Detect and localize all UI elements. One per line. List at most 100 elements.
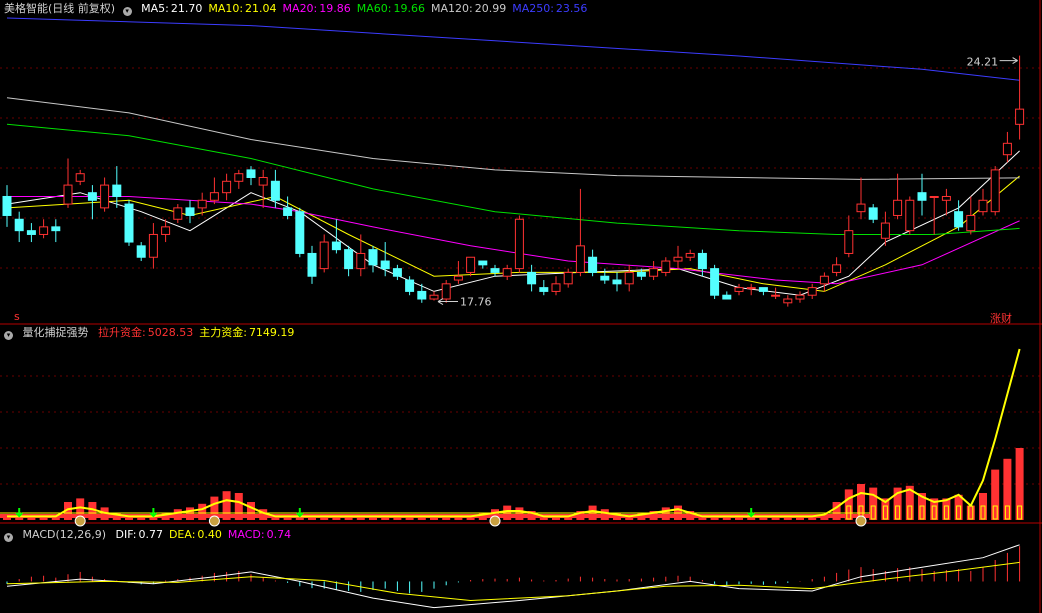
candle-body [258, 176, 268, 186]
candle-body [478, 260, 488, 266]
candle-body [917, 192, 927, 201]
candle-body [2, 195, 12, 216]
ma-legend-item-value: 20.99 [474, 2, 507, 15]
indicator-bar [1003, 458, 1012, 520]
candle-body [844, 230, 854, 254]
indicator-bar [991, 469, 1000, 520]
ma-legend-item-label: MA250: [512, 2, 554, 15]
candle-body [893, 199, 903, 216]
signal-down-arrow [296, 508, 304, 518]
candle-body [124, 203, 134, 243]
money-bag-icon [489, 515, 501, 527]
candle-body [636, 271, 646, 277]
candle-body [539, 287, 549, 292]
ma-legend-item-label: MA5: [141, 2, 169, 15]
candle-body [319, 241, 329, 270]
candle-body [868, 207, 878, 220]
candle-body [685, 252, 695, 258]
candle-body [234, 173, 244, 182]
candle-body [856, 203, 866, 213]
ma-legend-item-label: MA10: [208, 2, 244, 15]
indicator-legend: 拉升资金: 5028.53 主力资金: 7149.19 [98, 326, 300, 339]
candle-body [429, 294, 439, 300]
candle-body [417, 290, 427, 300]
ma-legend-item-3: MA60: 19.66 [357, 2, 425, 15]
indicator-name[interactable]: 量化捕捉强势 [23, 326, 89, 339]
low-price-label: 17.76 [460, 296, 492, 309]
settings-dropdown-icon[interactable]: ▾ [122, 7, 132, 16]
candle-body [880, 222, 890, 239]
candle-body [466, 256, 476, 273]
indicator-legend-item-1: 主力资金: 7149.19 [199, 326, 294, 339]
ma-legend-item-1: MA10: 21.04 [208, 2, 276, 15]
candle-body [734, 287, 744, 292]
candle-body [100, 184, 110, 209]
candle-body [112, 184, 122, 197]
macd-legend-item-label: DEA: [168, 528, 196, 541]
indicator-dropdown-icon[interactable]: ▾ [4, 331, 13, 340]
macd-dropdown-icon[interactable]: ▾ [4, 533, 13, 542]
candle-body [63, 184, 73, 205]
candle-body [795, 294, 805, 300]
high-price-label: 24.21 [967, 56, 999, 69]
ma-legend-item-value: 21.70 [170, 2, 203, 15]
candle-body [490, 268, 500, 273]
indicator-bar [186, 507, 194, 520]
macd-legend-item-label: MACD: [227, 528, 265, 541]
candle-body [26, 230, 36, 235]
macd-legend-item-1: DEA: 0.40 [169, 528, 222, 541]
candle-body [51, 226, 61, 232]
candle-body [14, 218, 24, 232]
money-bag-icon [208, 515, 220, 527]
candle-body [832, 264, 842, 273]
corner-right-label[interactable]: 涨财 [990, 310, 1012, 326]
macd-line-dea [6, 561, 1020, 602]
indicator-legend-item-label: 主力资金: [199, 326, 247, 339]
candle-body [783, 298, 793, 304]
candle-body [758, 287, 768, 292]
signal-down-arrow [149, 508, 158, 518]
candle-body [136, 245, 146, 258]
candle-body [380, 260, 390, 270]
macd-legend-item-0: DIF: 0.77 [116, 528, 163, 541]
money-bag-icon [855, 515, 867, 527]
candle-body [514, 218, 524, 270]
candle-body [1015, 108, 1025, 125]
candle-body [771, 294, 781, 297]
candle-body [722, 294, 732, 300]
candle-body [905, 199, 915, 232]
chart-canvas: 24.21 17.76 [0, 0, 1042, 613]
candle-body [612, 279, 622, 285]
indicator-legend-item-value: 5028.53 [147, 326, 194, 339]
candle-body [929, 195, 939, 198]
ma-legend-item-label: MA20: [282, 2, 318, 15]
stock-chart-window: 24.21 17.76 美格智能(日线 前复权) ▾ MA5: 21.70 MA10:… [0, 0, 1042, 613]
candle-body [551, 283, 561, 292]
macd-name[interactable]: MACD(12,26,9) [23, 528, 107, 541]
signal-down-arrow [15, 508, 23, 518]
candle-body [246, 169, 256, 178]
candle-body [527, 271, 537, 285]
candle-body [746, 287, 756, 290]
candle-body [588, 256, 598, 273]
ma-line-ma5 [6, 150, 1020, 296]
candle-body [161, 226, 171, 235]
signal-down-arrow [747, 508, 755, 518]
candle-body [661, 260, 671, 273]
candle-body [222, 180, 232, 194]
candle-body [441, 283, 451, 300]
candle-body [392, 268, 402, 277]
candle-body [368, 249, 378, 266]
indicator-panel-header: ▾ 量化捕捉强势 拉升资金: 5028.53 主力资金: 7149.19 [4, 325, 306, 341]
indicator-bar [1015, 448, 1024, 520]
ma-legend-item-value: 21.04 [245, 2, 277, 15]
candle-body [405, 279, 415, 292]
ma-legend-item-value: 19.66 [393, 2, 425, 15]
macd-legend-item-2: MACD: 0.74 [228, 528, 291, 541]
price-panel-title[interactable]: 美格智能(日线 前复权) [4, 2, 115, 15]
indicator-bar [942, 498, 951, 520]
candle-body [649, 268, 659, 277]
ma-line-ma20 [7, 196, 1020, 285]
indicator-legend-item-0: 拉升资金: 5028.53 [98, 326, 193, 339]
ma-line-ma10 [6, 175, 1020, 292]
